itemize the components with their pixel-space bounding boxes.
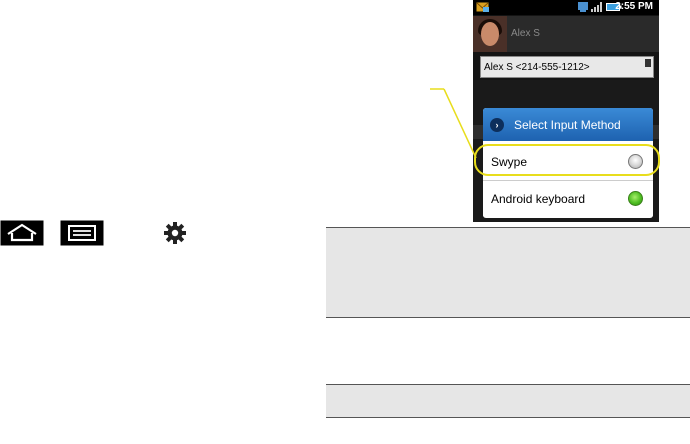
contact-header: Alex S: [473, 16, 659, 52]
key-icon-row: [0, 220, 200, 250]
phone-screenshot: 2:55 PM Alex S Alex S <214-555-1212> › S…: [473, 0, 659, 222]
status-bar: 2:55 PM: [473, 0, 659, 15]
chevron-right-icon: ›: [490, 118, 504, 132]
message-notification-icon: [476, 2, 489, 12]
signal-icon: [591, 2, 602, 12]
menu-icon: [60, 220, 104, 246]
settings-gear-icon: [163, 220, 187, 246]
network-icon: [578, 2, 588, 12]
avatar: [473, 16, 507, 52]
dialog-title: Select Input Method: [514, 118, 621, 132]
status-time: 2:55 PM: [615, 1, 653, 12]
option-label: Android keyboard: [491, 192, 586, 206]
swype-highlight: [474, 144, 660, 176]
recipient-value: Alex S <214-555-1212>: [484, 62, 590, 73]
option-android-keyboard[interactable]: Android keyboard: [483, 181, 653, 217]
note-box: [326, 384, 690, 418]
home-icon: [0, 220, 44, 246]
note-box: [326, 227, 690, 318]
radio-selected-icon[interactable]: [628, 191, 643, 206]
contact-name: Alex S: [511, 28, 540, 39]
recipient-field[interactable]: Alex S <214-555-1212>: [480, 56, 654, 78]
dialog-title-bar: › Select Input Method: [483, 108, 653, 141]
contact-tag-icon: [645, 59, 651, 67]
